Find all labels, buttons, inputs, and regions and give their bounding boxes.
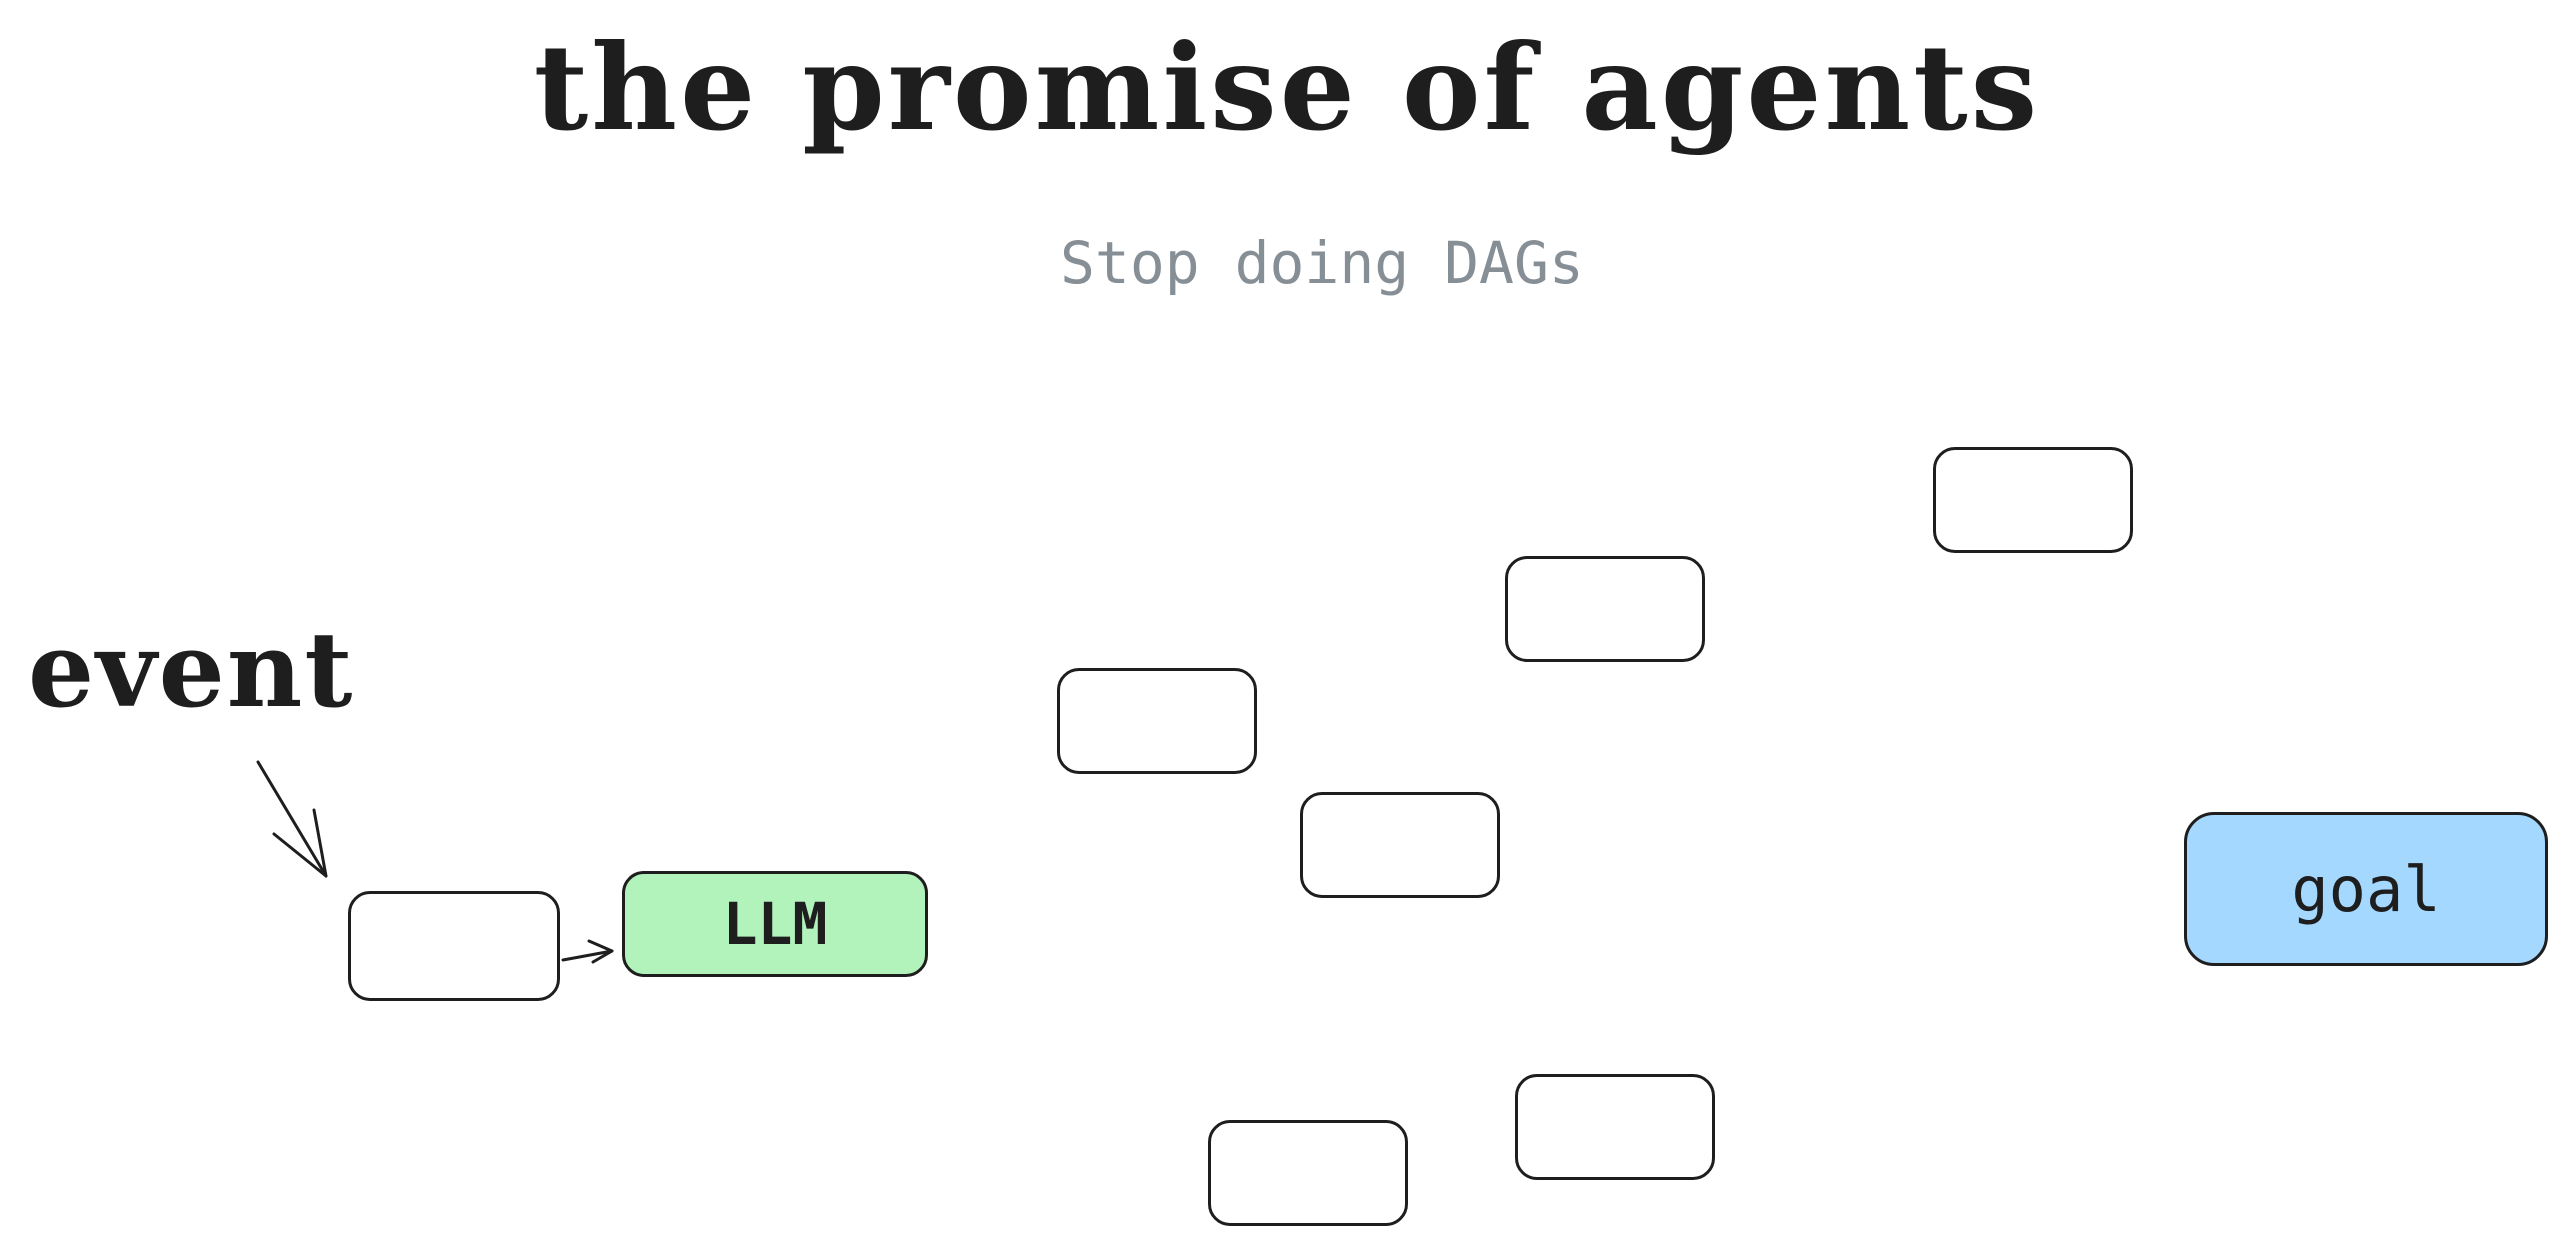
llm-node: LLM — [622, 871, 928, 977]
step-node-4 — [1933, 447, 2133, 553]
llm-label: LLM — [722, 890, 828, 958]
step-node-6 — [1515, 1074, 1715, 1180]
page-title: the promise of agents — [533, 18, 2041, 157]
step-node-5 — [1208, 1120, 1408, 1226]
step-node-2 — [1300, 792, 1500, 898]
event-arrow — [256, 760, 328, 878]
input-to-llm-arrow — [561, 939, 614, 964]
goal-node: goal — [2184, 812, 2548, 966]
event-label: event — [28, 608, 355, 731]
arrows-layer — [256, 760, 614, 964]
page-subtitle: Stop doing DAGs — [1060, 229, 1584, 297]
step-node-1 — [1057, 668, 1257, 774]
input-node — [348, 891, 560, 1001]
step-node-3 — [1505, 556, 1705, 662]
goal-label: goal — [2291, 852, 2441, 926]
